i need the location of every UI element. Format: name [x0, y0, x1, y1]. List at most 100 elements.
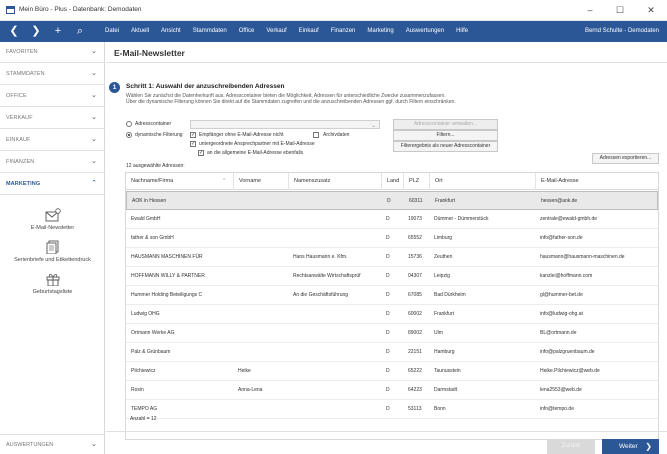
step-description: Wählen Sie zunächst die Datenherkunft au…: [126, 93, 666, 105]
forward-nav-icon[interactable]: ❯: [26, 21, 46, 42]
allgemeine-label: an die allgemeine E-Mail-Adresse ebenfal…: [207, 150, 304, 156]
adresscontainer-label: Adresscontainer: [135, 121, 172, 127]
table-row[interactable]: father & son GmbH D 65552 Limburg info@fathe…: [126, 229, 658, 248]
cell-email: hausmann@hausmann-maschinen.de: [540, 254, 625, 260]
adresscontainer-select[interactable]: ⌄: [190, 120, 380, 129]
column-header-land[interactable]: Land: [381, 173, 403, 190]
untergeordnete-label: untergeordnete Ansprechpartner mit E-Mai…: [199, 141, 315, 147]
export-button[interactable]: Adressen exportieren...: [592, 153, 659, 164]
cell-land: D: [386, 292, 390, 298]
filterergebnis-button[interactable]: Filterergebnis als neuer Adresscontainer: [393, 141, 498, 152]
cell-plz: 60311: [409, 198, 423, 204]
adresscontainer-verwalten-button[interactable]: Adresscontainer verwalten...: [393, 119, 498, 130]
menu-aktuell[interactable]: Aktuell: [125, 21, 155, 42]
column-header-email[interactable]: E-Mail-Adresse: [535, 173, 658, 190]
cell-vorname: [233, 324, 288, 343]
step-number-badge: 1: [109, 82, 120, 93]
add-icon[interactable]: +: [48, 21, 68, 42]
cell-land: D: [386, 311, 390, 317]
table-row[interactable]: HOFFMANN WILLY & PARTNER Rechtsanwälte Wi…: [126, 267, 658, 286]
column-header-plz[interactable]: PLZ: [403, 173, 429, 190]
menu-finanzen[interactable]: Finanzen: [325, 21, 362, 42]
empfaenger-checkbox[interactable]: ✓: [190, 132, 196, 138]
allgemeine-checkbox[interactable]: ✓: [198, 150, 204, 156]
sidebar-section-marketing[interactable]: MARKETING ⌃: [0, 174, 105, 195]
search-icon[interactable]: ⌕: [70, 21, 90, 42]
maximize-button[interactable]: ☐: [605, 0, 635, 21]
cell-email: info@father-son.de: [540, 235, 583, 241]
sidebar-section-finanzen[interactable]: FINANZEN ⌄: [0, 152, 105, 173]
sidebar-section-office[interactable]: OFFICE ⌄: [0, 86, 105, 107]
sidebar-section-einkauf[interactable]: EINKAUF ⌄: [0, 130, 105, 151]
table-row[interactable]: Ludwig OHG D 60002 Frankfurt info@ludwig-ohg…: [126, 305, 658, 324]
table-row[interactable]: HAUSMANN MASCHINEN FÜR Hans Hausmann e. K…: [126, 248, 658, 267]
cell-plz: 53113: [408, 406, 422, 412]
sidebar-section-stammdaten[interactable]: STAMMDATEN ⌄: [0, 64, 105, 85]
menu-office[interactable]: Office: [233, 21, 261, 42]
menu-hilfe[interactable]: Hilfe: [450, 21, 474, 42]
dynamische-filterung-radio[interactable]: [126, 132, 132, 138]
menu-stammdaten[interactable]: Stammdaten: [187, 21, 233, 42]
cell-land: D: [386, 387, 390, 393]
cell-nachname: Ewald GmbH: [131, 216, 161, 222]
chevron-down-icon: ⌄: [91, 114, 97, 121]
table-row[interactable]: Ewald GmbH D 19073 Dümmer - Dümmerstück zent…: [126, 210, 658, 229]
sidebar-section-favoriten[interactable]: FAVORITEN ⌄: [0, 42, 105, 63]
sidebar-section-label: OFFICE: [6, 93, 27, 99]
divider: [106, 62, 667, 63]
cell-nachname: AOK in Hessen: [132, 198, 167, 204]
close-button[interactable]: ✕: [636, 0, 666, 21]
cell-email: hessen@aok.de: [541, 198, 578, 204]
sidebar-section-auswertungen[interactable]: AUSWERTUNGEN ⌄: [0, 434, 105, 454]
window-title: Mein Büro - Plus - Datenbank: Demodaten: [19, 6, 142, 13]
cell-namenszusatz: [288, 210, 381, 229]
column-header-vorname[interactable]: Vorname: [233, 173, 288, 190]
next-button[interactable]: Weiter ❯: [602, 439, 659, 454]
menu-ansicht[interactable]: Ansicht: [155, 21, 187, 42]
envelope-icon: [45, 208, 61, 222]
cell-nachname: Ortmann Werke AG: [131, 330, 175, 336]
cell-email: zentrale@ewald-gmbh.de: [540, 216, 598, 222]
next-button-label: Weiter: [619, 443, 638, 450]
column-header-ort[interactable]: Ort: [429, 173, 535, 190]
back-nav-icon[interactable]: ❮: [4, 21, 24, 42]
cell-vorname: [233, 229, 288, 248]
table-row[interactable]: TEMPO AG D 53113 Bonn info@tempo.de: [126, 400, 658, 419]
menu-auswertungen[interactable]: Auswertungen: [400, 21, 450, 42]
adresscontainer-radio[interactable]: [126, 121, 132, 127]
untergeordnete-checkbox[interactable]: ✓: [190, 141, 196, 147]
cell-namenszusatz: [288, 400, 381, 419]
sidebar-item-serienbriefe[interactable]: Serienbriefe und Etikettendruck: [0, 240, 105, 263]
column-header-nachname[interactable]: Nachname/Firma: [126, 173, 233, 190]
table-row[interactable]: Rosin Anna-Lena D 64223 Darmstadt lena2553@we…: [126, 381, 658, 400]
minimize-button[interactable]: –: [575, 0, 605, 21]
archivdaten-checkbox[interactable]: [313, 132, 319, 138]
document-stack-icon: [45, 240, 61, 255]
sidebar-section-verkauf[interactable]: VERKAUF ⌄: [0, 108, 105, 129]
selected-count-label: 12 ausgewählte Adressen:: [126, 163, 185, 169]
sidebar-item-email-newsletter[interactable]: E-Mail-Newsletter: [0, 208, 105, 231]
table-row[interactable]: Pilchiewicz Heike D 65222 Taunusstein Heike.P…: [126, 362, 658, 381]
cell-vorname: [233, 305, 288, 324]
menu-datei[interactable]: Datei: [99, 21, 125, 42]
cell-ort: Taunusstein: [434, 368, 461, 374]
cell-email: Heike.Pilchiewicz@web.de: [540, 368, 600, 374]
column-header-namenszusatz[interactable]: Namenszusatz: [288, 173, 381, 190]
table-row[interactable]: AOK in Hessen D 60311 Frankfurt hessen@aok.d…: [126, 191, 658, 210]
filtern-button[interactable]: Filtern...: [393, 130, 498, 141]
main-content: E-Mail-Newsletter 1 Schritt 1: Auswahl d…: [106, 42, 667, 454]
table-row[interactable]: Palz & Grünbaum D 22151 Hamburg info@palzgru…: [126, 343, 658, 362]
table-row[interactable]: Ortmann Werke AG D 89002 Ulm BL@ortmann.de: [126, 324, 658, 343]
cell-ort: Darmstadt: [434, 387, 458, 393]
sidebar-section-label: AUSWERTUNGEN: [6, 442, 54, 448]
back-button[interactable]: Zurück: [547, 439, 595, 454]
menu-einkauf[interactable]: Einkauf: [293, 21, 325, 42]
sort-arrow-icon: ^: [223, 178, 226, 184]
menu-verkauf[interactable]: Verkauf: [260, 21, 292, 42]
menu-marketing[interactable]: Marketing: [361, 21, 399, 42]
address-table: Nachname/Firma ^ Vorname Namenszusatz La…: [125, 172, 659, 440]
sidebar-section-label: FINANZEN: [6, 159, 35, 165]
table-row[interactable]: Hummer Holding Beteiligungs C An die Gesc…: [126, 286, 658, 305]
sidebar-item-geburtstagsliste[interactable]: Geburtstagsliste: [0, 272, 105, 295]
user-name[interactable]: Bernd Schulte - Demodaten: [585, 21, 659, 42]
